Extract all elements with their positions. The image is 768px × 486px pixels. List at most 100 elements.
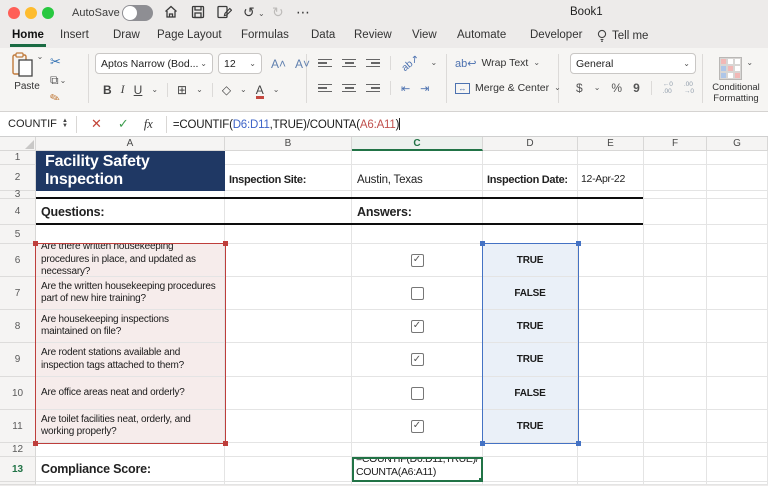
tab-page-layout[interactable]: Page Layout [155, 26, 224, 44]
cell-b9[interactable] [225, 343, 352, 377]
cut-icon[interactable]: ✂ [50, 54, 61, 70]
cell-g12[interactable] [707, 443, 768, 457]
tab-developer[interactable]: Developer [528, 26, 584, 44]
cell-g8[interactable] [707, 310, 768, 343]
row-header-10[interactable]: 10 [0, 377, 36, 410]
fill-handle[interactable] [478, 477, 481, 480]
confirm-entry-icon[interactable]: ✓ [118, 116, 129, 132]
cell-d4[interactable] [483, 199, 578, 225]
cell-b2[interactable]: Inspection Site: [225, 165, 352, 191]
cell-b11[interactable] [225, 410, 352, 443]
currency-chevron-icon[interactable]: ⌄ [594, 83, 601, 93]
name-box-stepper-icon[interactable]: ▲ ▼ [62, 118, 68, 129]
question-cell-9[interactable]: Are rodent stations available and inspec… [36, 343, 225, 377]
question-cell-10[interactable]: Are office areas neat and orderly? [36, 377, 225, 410]
cell-e4[interactable] [578, 199, 644, 225]
tab-formulas[interactable]: Formulas [239, 26, 291, 44]
tab-insert[interactable]: Insert [58, 26, 91, 44]
align-top-icon[interactable] [318, 58, 332, 68]
column-header-c[interactable]: C [352, 137, 483, 151]
row-header-14[interactable] [0, 482, 36, 485]
row-header-13[interactable]: 13 [0, 457, 36, 482]
row-header-12[interactable]: 12 [0, 443, 36, 457]
cell-c2[interactable]: Austin, Texas [352, 165, 483, 191]
cell-g2[interactable] [707, 165, 768, 191]
row-header-11[interactable]: 11 [0, 410, 36, 443]
cell-f6[interactable] [644, 244, 707, 277]
question-cell-6[interactable]: Are there written housekeeping procedure… [36, 244, 225, 277]
bold-button[interactable]: B [103, 83, 112, 97]
home-icon[interactable] [163, 4, 179, 20]
question-cell-8[interactable]: Are housekeeping inspections maintained … [36, 310, 225, 343]
orientation-chevron-icon[interactable]: ⌄ [431, 58, 438, 68]
cell-c10[interactable] [352, 377, 483, 410]
cell-b10[interactable] [225, 377, 352, 410]
column-header-g[interactable]: G [707, 137, 768, 151]
cell-f9[interactable] [644, 343, 707, 377]
name-box[interactable]: COUNTIF ▲ ▼ [6, 118, 70, 130]
font-color-chevron-icon[interactable]: ⌄ [273, 85, 280, 95]
checkbox-6[interactable]: ✓ [410, 253, 424, 267]
cell-d12[interactable] [483, 443, 578, 457]
cell-c8[interactable]: ✓ [352, 310, 483, 343]
cell-f7[interactable] [644, 277, 707, 310]
row-header-9[interactable]: 9 [0, 343, 36, 377]
answer-cell-d11[interactable]: TRUE [483, 410, 578, 443]
cell-e5[interactable] [578, 225, 644, 244]
undo-icon[interactable]: ↺ [243, 3, 255, 21]
align-bottom-icon[interactable] [366, 58, 380, 68]
cell-e2[interactable]: 12-Apr-22 [578, 165, 644, 191]
answer-cell-d7[interactable]: FALSE [483, 277, 578, 310]
question-cell-7[interactable]: Are the written housekeeping procedures … [36, 277, 225, 310]
cell-g14[interactable] [707, 482, 768, 485]
cell-b13[interactable] [225, 457, 352, 482]
column-header-b[interactable]: B [225, 137, 352, 151]
cell-d14[interactable] [483, 482, 578, 485]
checkbox-11[interactable]: ✓ [410, 419, 424, 433]
tab-review[interactable]: Review [352, 26, 394, 44]
wrap-text-button[interactable]: ab↩ Wrap Text ⌄ [455, 55, 561, 71]
answer-cell-d6[interactable]: TRUE [483, 244, 578, 277]
cell-g10[interactable] [707, 377, 768, 410]
cancel-entry-icon[interactable]: ✕ [91, 116, 102, 132]
cell-b6[interactable] [225, 244, 352, 277]
cell-f4[interactable] [644, 199, 707, 225]
cell-c14[interactable] [352, 482, 483, 485]
autosave-toggle[interactable] [122, 5, 153, 21]
checkbox-7[interactable] [410, 286, 424, 300]
cell-c9[interactable]: ✓ [352, 343, 483, 377]
cell-e10[interactable] [578, 377, 644, 410]
cell-f11[interactable] [644, 410, 707, 443]
cell-d1[interactable] [483, 151, 578, 165]
align-right-icon[interactable] [366, 83, 380, 93]
zoom-window-button[interactable] [42, 7, 54, 19]
cell-e8[interactable] [578, 310, 644, 343]
align-left-icon[interactable] [318, 83, 332, 93]
paste-button[interactable]: ⌄ Paste [8, 52, 46, 105]
tab-home[interactable]: Home [10, 26, 46, 47]
cell-a12[interactable] [36, 443, 225, 457]
grow-font-button[interactable]: A˄ [271, 57, 286, 71]
cell-b5[interactable] [225, 225, 352, 244]
increase-decimal-icon[interactable]: ←0 .00 [663, 81, 673, 95]
tab-view[interactable]: View [410, 26, 439, 44]
cell-g1[interactable] [707, 151, 768, 165]
cell-c12[interactable] [352, 443, 483, 457]
align-middle-icon[interactable] [342, 58, 356, 68]
row-header-1[interactable]: 1 [0, 151, 36, 165]
cell-c4[interactable]: Answers: [352, 199, 483, 225]
font-name-select[interactable]: Aptos Narrow (Bod... ⌄ [95, 53, 213, 74]
save-as-icon[interactable] [216, 4, 232, 20]
active-cell-c13-editing[interactable]: =COUNTIF(D6:D11,TRUE)/ COUNTA(A6:A11) [352, 457, 483, 482]
row-header-2[interactable]: 2 [0, 165, 36, 191]
column-header-f[interactable]: F [644, 137, 707, 151]
row-header-8[interactable]: 8 [0, 310, 36, 343]
close-window-button[interactable] [8, 7, 20, 19]
number-format-select[interactable]: General ⌄ [570, 53, 696, 74]
decrease-indent-icon[interactable]: ⇤ [401, 82, 410, 95]
cell-e11[interactable] [578, 410, 644, 443]
select-all-corner[interactable] [0, 137, 36, 151]
formula-input[interactable]: =COUNTIF(D6:D11,TRUE)/COUNTA(A6:A11) [173, 117, 401, 131]
checkbox-9[interactable]: ✓ [410, 353, 424, 366]
currency-icon[interactable]: $ [576, 81, 583, 95]
